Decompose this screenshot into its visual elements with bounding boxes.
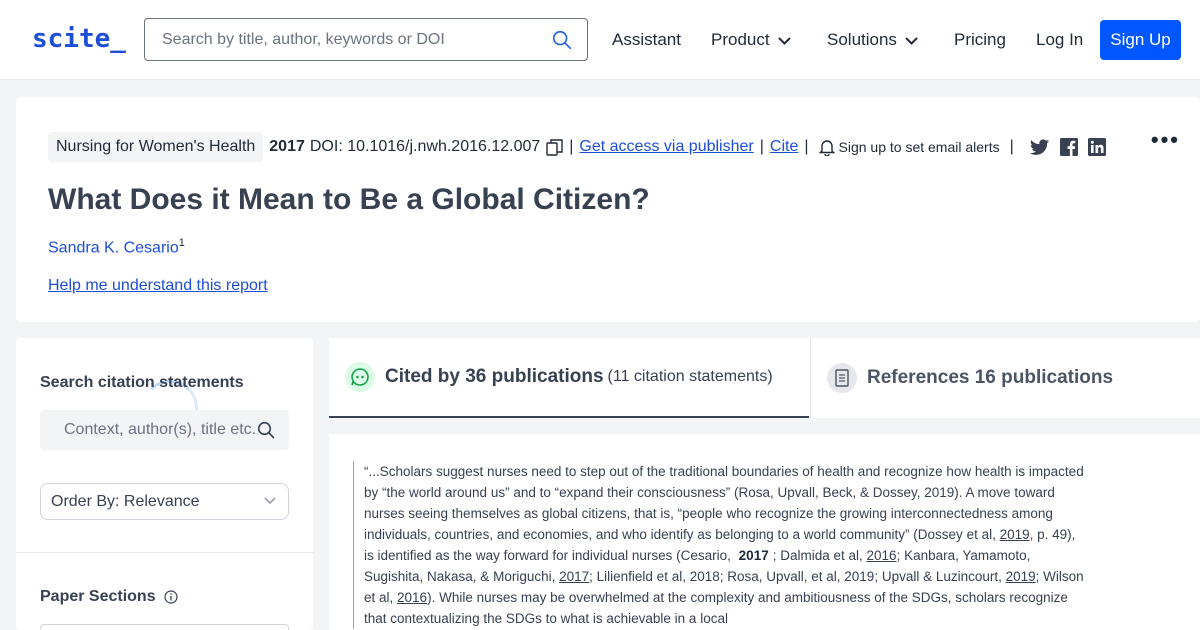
- paper-sections-heading: Paper Sections: [40, 588, 178, 606]
- twitter-icon[interactable]: [1029, 138, 1050, 156]
- linkedin-icon[interactable]: [1087, 138, 1106, 156]
- email-alerts-link[interactable]: Sign up to set email alerts: [839, 139, 1000, 155]
- citation-sidebar: Search citation statements Order By: Rel…: [16, 338, 313, 630]
- global-search[interactable]: [144, 18, 588, 61]
- author-name[interactable]: Sandra K. Cesario: [48, 239, 179, 256]
- paper-title: What Does it Mean to Be a Global Citizen…: [48, 183, 650, 216]
- login-button[interactable]: Log In: [1036, 30, 1083, 50]
- bell-icon[interactable]: [818, 139, 835, 156]
- global-search-input[interactable]: [145, 19, 545, 60]
- quote-text: ; Lilienfield et al, 2018; Rosa, Upvall,…: [589, 569, 1006, 584]
- cited-by-label: Cited by 36 publications: [385, 366, 604, 387]
- nav-solutions[interactable]: Solutions: [827, 30, 918, 50]
- search-icon[interactable]: [551, 29, 573, 51]
- nav-pricing[interactable]: Pricing: [954, 30, 1006, 50]
- journal-chip[interactable]: Nursing for Women's Health: [48, 132, 264, 162]
- ref-year-link[interactable]: 2016: [397, 590, 427, 605]
- separator: |: [804, 138, 809, 155]
- search-icon[interactable]: [257, 421, 275, 439]
- ref-year-link[interactable]: 2017: [559, 569, 589, 584]
- quote-text: ). While nurses may be overwhelmed at th…: [364, 590, 1068, 626]
- chevron-down-icon: [777, 36, 791, 45]
- references-label: References 16 publications: [867, 367, 1114, 388]
- citation-search[interactable]: [40, 410, 289, 450]
- signup-button[interactable]: Sign Up: [1100, 20, 1181, 60]
- tab-references[interactable]: References 16 publications: [810, 338, 1200, 418]
- search-citations-heading: Search citation statements: [40, 374, 244, 391]
- scite-logo[interactable]: scite_: [32, 24, 126, 54]
- info-icon[interactable]: [164, 590, 178, 604]
- ref-year-link[interactable]: 2019: [1000, 527, 1030, 542]
- order-by-select[interactable]: Order By: Relevance: [40, 483, 289, 520]
- document-icon: [827, 363, 857, 393]
- facebook-icon[interactable]: [1059, 138, 1078, 156]
- nav-assistant[interactable]: Assistant: [612, 30, 681, 50]
- more-options-icon[interactable]: •••: [1151, 127, 1180, 153]
- chevron-down-icon: [264, 497, 276, 505]
- nav-product[interactable]: Product: [711, 30, 791, 50]
- cite-link[interactable]: Cite: [770, 138, 798, 156]
- publication-year: 2017: [269, 138, 305, 155]
- author-affiliation: 1: [178, 237, 185, 249]
- separator: |: [1009, 138, 1014, 155]
- divider: [16, 552, 313, 553]
- nav-solutions-label: Solutions: [827, 30, 897, 49]
- quote-text: “...Scholars suggest nurses need to step…: [364, 464, 1084, 542]
- copy-icon[interactable]: [546, 138, 563, 156]
- separator: |: [569, 138, 574, 155]
- quote-text: ; Dalmida et al,: [772, 548, 867, 563]
- paper-meta-row: Nursing for Women's Health 2017 DOI: 10.…: [48, 132, 1106, 162]
- ref-year-link[interactable]: 2019: [1006, 569, 1036, 584]
- citation-search-input[interactable]: [40, 410, 255, 450]
- navbar: scite_ Assistant Product Solutions Prici…: [0, 0, 1200, 80]
- order-by-value: Order By: Relevance: [51, 493, 200, 510]
- paper-sections-label: Paper Sections: [40, 588, 156, 605]
- highlighted-year: 2017: [738, 548, 769, 563]
- citation-statements-count: (11 citation statements): [607, 368, 773, 385]
- doi-text: DOI: 10.1016/j.nwh.2016.12.007: [309, 138, 541, 155]
- separator: |: [759, 138, 764, 155]
- help-understand-link[interactable]: Help me understand this report: [48, 277, 268, 295]
- citation-quote: “...Scholars suggest nurses need to step…: [353, 461, 1088, 629]
- author-link[interactable]: Sandra K. Cesario1: [48, 237, 185, 257]
- nav-product-label: Product: [711, 30, 770, 49]
- get-access-link[interactable]: Get access via publisher: [579, 138, 753, 156]
- paper-sections-select[interactable]: [40, 624, 289, 630]
- tab-cited-by[interactable]: Cited by 36 publications (11 citation st…: [329, 338, 809, 418]
- citation-tabs: Cited by 36 publications (11 citation st…: [329, 338, 1200, 418]
- paper-header: Nursing for Women's Health 2017 DOI: 10.…: [16, 97, 1200, 322]
- chevron-down-icon: [905, 36, 918, 45]
- citation-statement-card: “...Scholars suggest nurses need to step…: [329, 434, 1200, 630]
- quote-bubble-icon: [345, 362, 375, 392]
- ref-year-link[interactable]: 2016: [867, 548, 897, 563]
